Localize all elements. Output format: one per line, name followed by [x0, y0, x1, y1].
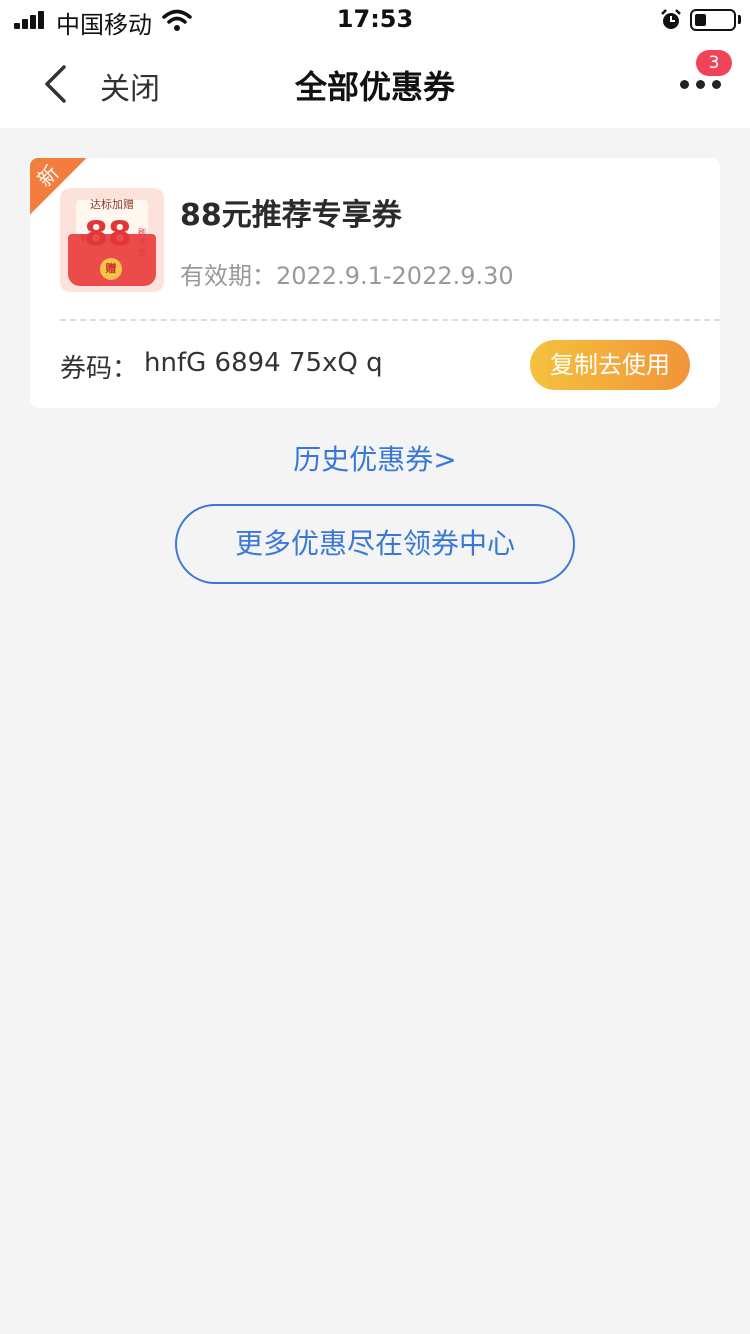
- coupon-card: 新 达标加赠 88 ¥ 刷卡金 赠 88元推荐专享券 有效期：2022.9.1-…: [30, 158, 720, 408]
- coupon-title: 88元推荐专享券: [180, 198, 402, 233]
- clock-time: 17:53: [336, 5, 414, 33]
- nav-bar: 关闭 全部优惠券 3: [0, 40, 750, 128]
- thumbnail-top-text: 达标加赠: [90, 198, 134, 211]
- notification-badge: 3: [696, 50, 732, 76]
- history-coupons-link[interactable]: 历史优惠券>: [0, 438, 750, 478]
- coupon-center-button[interactable]: 更多优惠尽在领券中心: [175, 504, 575, 584]
- coupon-validity: 有效期：2022.9.1-2022.9.30: [180, 262, 514, 290]
- battery-icon: [690, 9, 736, 31]
- coupon-code-value: hnfG 6894 75xQ q: [144, 348, 383, 378]
- battery-level: [695, 14, 706, 26]
- copy-and-use-button[interactable]: 复制去使用: [530, 340, 690, 390]
- gift-seal-icon: 赠: [100, 258, 122, 280]
- page: 中国移动 17:53 关闭 全部优惠券 3 新 达标加赠 88 ¥ 刷卡金 赠 …: [0, 0, 750, 1334]
- alarm-icon: [661, 9, 681, 29]
- thumbnail-currency: ¥: [80, 232, 87, 245]
- page-title: 全部优惠券: [294, 68, 455, 106]
- battery-cap: [738, 15, 741, 24]
- coupon-thumbnail: 达标加赠 88 ¥ 刷卡金 赠: [60, 188, 164, 292]
- coupon-code-label: 券码：: [60, 354, 139, 384]
- status-bar: 中国移动 17:53: [0, 0, 750, 40]
- thumbnail-side-text: 刷卡金: [138, 228, 146, 257]
- dashed-divider: [60, 319, 720, 321]
